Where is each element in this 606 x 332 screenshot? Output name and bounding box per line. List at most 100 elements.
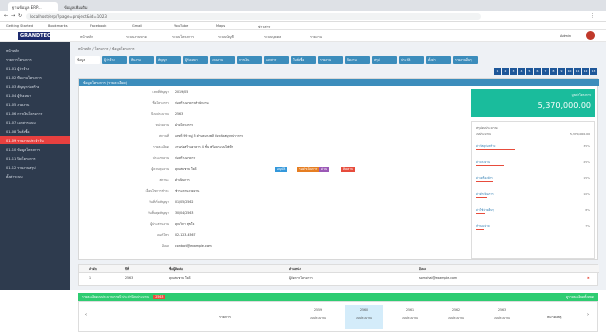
page-tab[interactable]: รายงาน bbox=[318, 56, 343, 64]
sidebar-item[interactable]: 01-12 รายงานสรุป bbox=[0, 163, 70, 171]
summary-item-pct: 10% bbox=[583, 192, 590, 196]
top-nav-item[interactable]: ระบบบัญชี bbox=[218, 34, 234, 40]
sidebar-item[interactable]: 01-11 ปิดโครงการ bbox=[0, 154, 70, 162]
page-tab[interactable]: ผู้ว่าจ้าง bbox=[102, 56, 127, 64]
page-number[interactable]: 13 bbox=[590, 68, 597, 75]
year-column[interactable]: 2559 งบประมาณ bbox=[299, 305, 337, 329]
main-content: หน้าหลัก / โครงการ / ข้อมูลโครงการ ข้อมู… bbox=[70, 42, 606, 332]
year-sub: งบประมาณ bbox=[310, 316, 326, 320]
summary-item-bar bbox=[476, 149, 515, 150]
page-tab[interactable]: เอกสาร bbox=[264, 56, 289, 64]
page-tab[interactable]: ตั้งค่า bbox=[426, 56, 451, 64]
page-tab[interactable]: ใบสั่งซื้อ bbox=[291, 56, 316, 64]
page-tab[interactable]: การเงิน bbox=[237, 56, 262, 64]
breadcrumb: หน้าหลัก / โครงการ / ข้อมูลโครงการ bbox=[78, 47, 135, 51]
page-tab[interactable]: ข้อมูล bbox=[75, 56, 100, 64]
year-column[interactable]: 2561 งบประมาณ bbox=[391, 305, 429, 329]
sidebar-item[interactable]: 01-02 ทีมงานโครงการ bbox=[0, 73, 70, 81]
sidebar-item[interactable]: 01-01 ผู้ว่าจ้าง bbox=[0, 64, 70, 72]
summary-item-pct: 35% bbox=[583, 144, 590, 148]
table-header: ลำดับ bbox=[89, 267, 97, 271]
page-tab[interactable]: ทีมงาน bbox=[129, 56, 154, 64]
page-tab[interactable]: ผู้รับเหมา bbox=[183, 56, 208, 64]
page-tab[interactable]: ปิดงาน bbox=[345, 56, 370, 64]
sidebar-item[interactable]: 01-05 งวดงาน bbox=[0, 100, 70, 108]
field-value: ก่อสร้างอาคารสำนักงาน bbox=[175, 101, 209, 105]
sidebar-item[interactable]: 01-06 การเงินโครงการ bbox=[0, 109, 70, 117]
sidebar-item[interactable]: หน้าหลัก bbox=[0, 46, 70, 54]
page-tab[interactable]: ประวัติ bbox=[399, 56, 424, 64]
prev-icon[interactable]: ‹ bbox=[85, 312, 87, 318]
page-number[interactable]: 10 bbox=[566, 68, 573, 75]
table-header: ตำแหน่ง bbox=[289, 267, 301, 271]
field-label: เบอร์โทร bbox=[156, 233, 169, 237]
bookmark-item[interactable]: Bookmarks bbox=[48, 24, 68, 28]
bookmark-item[interactable]: Maps bbox=[216, 24, 225, 28]
sidebar-item[interactable]: 01-09 รายงานประจำวัน bbox=[0, 136, 70, 144]
bookmark-item[interactable]: Facebook bbox=[90, 24, 106, 28]
page-number[interactable]: 4 bbox=[518, 68, 525, 75]
year-label: 2563 bbox=[497, 308, 507, 312]
page-tab[interactable]: สัญญา bbox=[156, 56, 181, 64]
year-badge: 2563 bbox=[153, 295, 166, 299]
delete-icon[interactable]: ✖ bbox=[587, 276, 590, 280]
year-label: 2562 bbox=[451, 308, 461, 312]
sidebar-item[interactable]: รายการโครงการ bbox=[0, 55, 70, 63]
sidebar-item[interactable]: 01-04 ผู้รับเหมา bbox=[0, 91, 70, 99]
year-column[interactable]: 2560 งบประมาณ bbox=[345, 305, 383, 329]
sidebar-item[interactable]: 01-08 ใบสั่งซื้อ bbox=[0, 127, 70, 135]
sidebar-item[interactable]: 01-07 เอกสารแนบ bbox=[0, 118, 70, 126]
budget-value: 5,370,000.00 bbox=[569, 132, 590, 136]
bookmark-item[interactable]: YouTube bbox=[174, 24, 188, 28]
top-nav-item[interactable]: รายงาน bbox=[310, 34, 322, 40]
page-number[interactable]: 6 bbox=[534, 68, 541, 75]
top-nav-item[interactable]: ระบบงานขาย bbox=[126, 34, 147, 40]
page-tab[interactable]: งวดงาน bbox=[210, 56, 235, 64]
avatar[interactable] bbox=[586, 31, 595, 40]
page-number[interactable]: 11 bbox=[574, 68, 581, 75]
top-nav-item[interactable]: ระบบบุคคล bbox=[264, 34, 281, 40]
year-column[interactable]: 2562 งบประมาณ bbox=[437, 305, 475, 329]
top-nav-item[interactable]: หน้าหลัก bbox=[80, 34, 93, 40]
next-icon[interactable]: › bbox=[587, 312, 589, 318]
reload-icon[interactable]: ↻ bbox=[18, 13, 22, 19]
field-value: contact@example.com bbox=[175, 244, 212, 248]
summary-item-bar bbox=[476, 229, 484, 230]
page-number[interactable]: 1 bbox=[494, 68, 501, 75]
total-label: มูลค่าโครงการ bbox=[571, 93, 591, 97]
page-number[interactable]: 8 bbox=[550, 68, 557, 75]
field-label: อีเมล bbox=[161, 244, 169, 248]
total-value: 5,370,000.00 bbox=[537, 101, 591, 110]
page-tab[interactable]: สรุป bbox=[372, 56, 397, 64]
page-number[interactable]: 7 bbox=[542, 68, 549, 75]
field-value: ชำระตามงวดงาน bbox=[175, 189, 200, 193]
sidebar: หน้าหลัก รายการโครงการ 01-01 ผู้ว่าจ้าง 01-… bbox=[0, 42, 70, 290]
field-value: คุณวิภา สุขใจ bbox=[175, 222, 195, 226]
menu-icon[interactable]: ⋮ bbox=[590, 13, 595, 19]
browser-tab-active[interactable]: ฐานข้อมูล ERP... bbox=[8, 2, 58, 11]
sidebar-item[interactable]: ตั้งค่าระบบ bbox=[0, 172, 70, 180]
bookmark-item[interactable]: Gmail bbox=[132, 24, 142, 28]
url-input[interactable]: localhost/erp/?page=project&id=1023 bbox=[26, 13, 481, 20]
sidebar-item[interactable]: 01-03 สัญญาก่อสร้าง bbox=[0, 82, 70, 90]
page-tab[interactable]: รายงานอื่นๆ bbox=[453, 56, 478, 64]
page-number[interactable]: 5 bbox=[526, 68, 533, 75]
top-nav-item[interactable]: ระบบโครงการ bbox=[172, 34, 194, 40]
browser-tab[interactable]: ข้อมูลเพิ่มเติม bbox=[60, 2, 105, 11]
table-cell: ผู้จัดการโครงการ bbox=[289, 276, 313, 280]
forward-icon[interactable]: → bbox=[11, 13, 15, 19]
tab-title: ข้อมูลเพิ่มเติม bbox=[64, 5, 88, 10]
sidebar-item[interactable]: 01-10 ข้อมูลโครงการ bbox=[0, 145, 70, 153]
page-number[interactable]: 2 bbox=[502, 68, 509, 75]
page-number[interactable]: 9 bbox=[558, 68, 565, 75]
year-column[interactable]: 2563 งบประมาณ bbox=[483, 305, 521, 329]
page-number[interactable]: 12 bbox=[582, 68, 589, 75]
view-all-link[interactable]: ดูรายละเอียดทั้งหมด bbox=[566, 295, 594, 300]
back-icon[interactable]: ← bbox=[4, 13, 8, 19]
field-label: ชื่อโครงการ bbox=[152, 101, 169, 105]
page-number[interactable]: 3 bbox=[510, 68, 517, 75]
user-name[interactable]: Admin bbox=[560, 34, 571, 38]
yearly-budget-title: รายละเอียดงบประมาณรายปี ประจำปีงบประมาณ bbox=[82, 295, 150, 299]
bookmark-item[interactable]: Getting Started bbox=[6, 24, 33, 28]
contact-table: ลำดับ ปีที่ ชื่อผู้ติดต่อ ตำแหน่ง อีเมล 1 256… bbox=[78, 264, 599, 286]
